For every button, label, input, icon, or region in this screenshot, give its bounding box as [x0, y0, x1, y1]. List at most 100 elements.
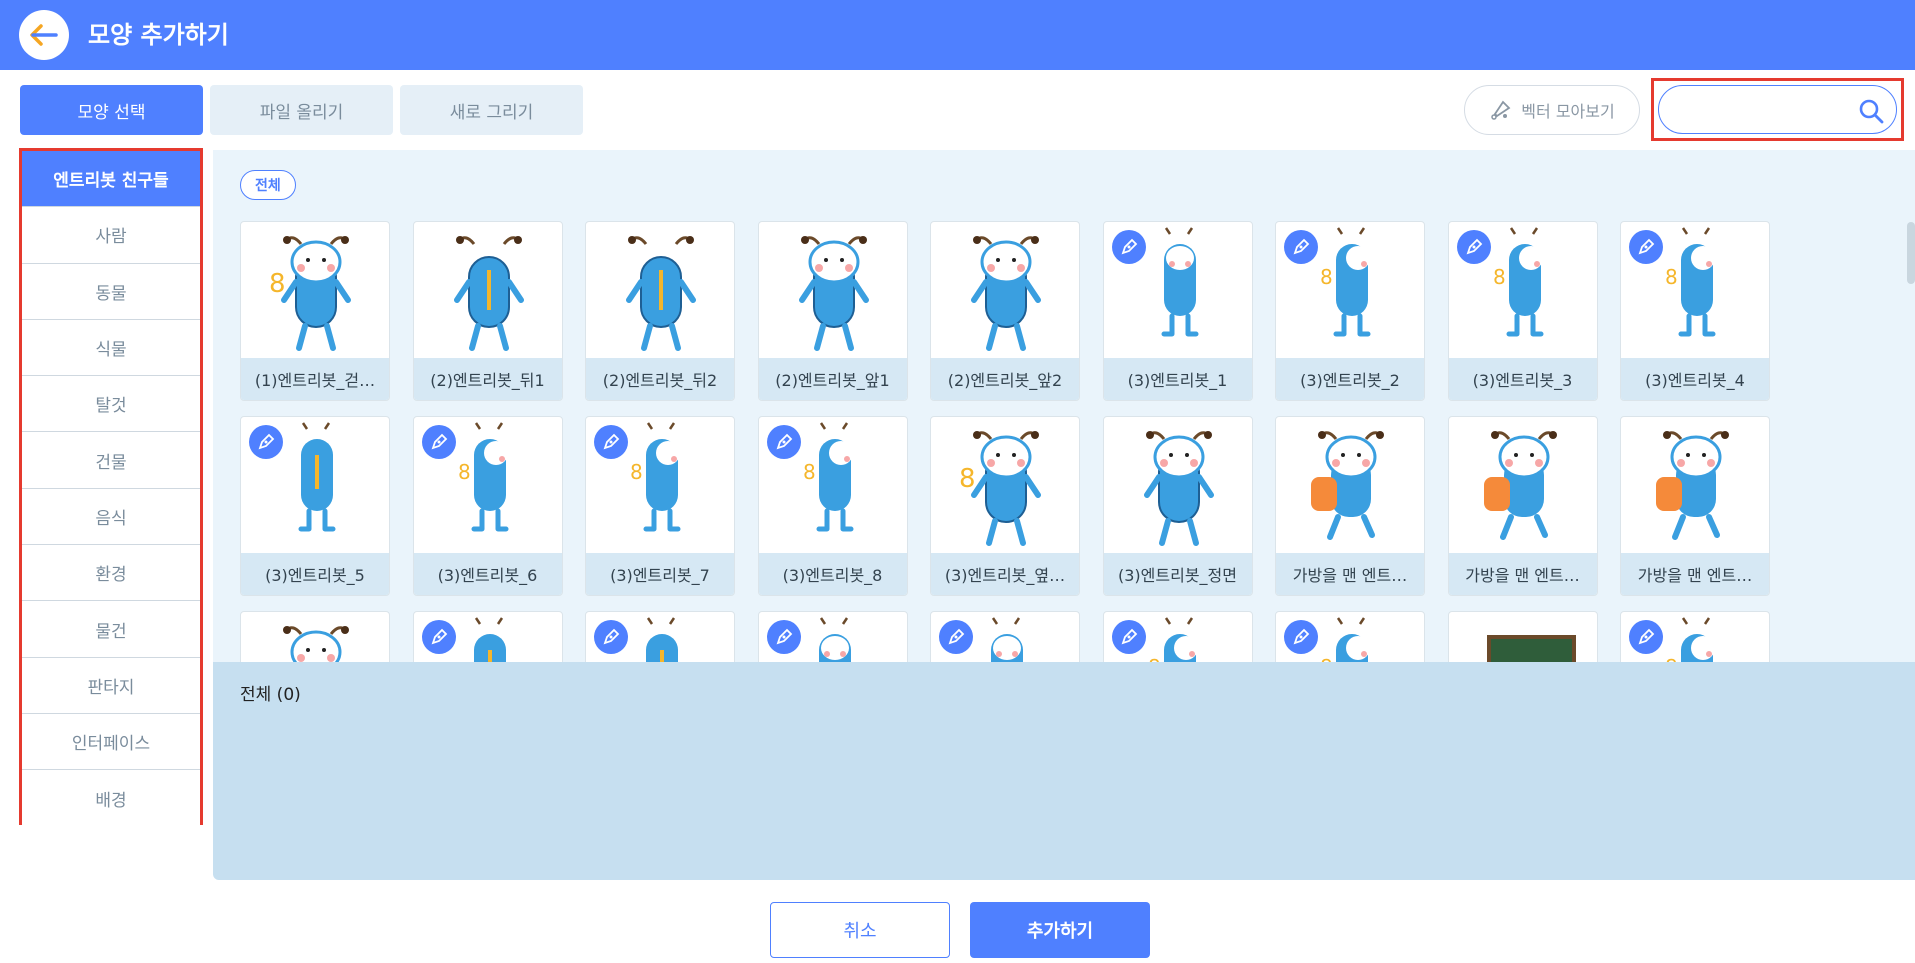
search-input[interactable] [1658, 85, 1897, 134]
vector-pen-icon [1284, 230, 1318, 264]
sidebar-item-animals[interactable]: 동물 [22, 263, 200, 320]
entrybot-thumbnail: 8 [269, 626, 349, 662]
sidebar-item-food[interactable]: 음식 [22, 488, 200, 546]
svg-text:8: 8 [1665, 265, 1678, 289]
shape-card-label: (1)엔트리봇_걷… [241, 358, 389, 400]
entrybot-thumbnail [626, 236, 696, 351]
vector-pen-icon [1456, 230, 1491, 264]
vector-pen-icon [421, 620, 456, 654]
tab-new-drawing[interactable]: 새로 그리기 [400, 85, 583, 135]
shape-card[interactable]: 8 (3)엔트리봇_옆… [930, 416, 1080, 596]
sidebar-item-buildings[interactable]: 건물 [22, 432, 200, 489]
vector-pen-icon [1629, 620, 1663, 654]
shape-card[interactable]: 8 (3)엔트리봇_3 [1447, 221, 1598, 401]
svg-text:8: 8 [1320, 265, 1333, 289]
arrow-left-icon [30, 24, 58, 46]
shape-card-label: (3)엔트리봇_1 [1103, 358, 1252, 400]
back-button[interactable] [19, 10, 69, 60]
shape-card[interactable]: (2)엔트리봇_뒤2 [585, 221, 735, 401]
shape-card-label: 가방을 맨 엔트… [1448, 553, 1597, 595]
shape-card[interactable]: 8 (1)엔트리봇_걷… [240, 221, 390, 401]
shape-card[interactable] [757, 611, 908, 662]
vector-pen-icon [766, 620, 801, 654]
svg-text:8: 8 [1148, 655, 1161, 662]
entrybot-thumbnail [1311, 431, 1384, 540]
sidebar-item-environment[interactable]: 환경 [22, 545, 200, 602]
sidebar-item-people[interactable]: 사람 [22, 207, 200, 264]
shape-card-label: (3)엔트리봇_2 [1276, 358, 1424, 400]
shape-card-label: (3)엔트리봇_정면 [1103, 553, 1252, 595]
entrybot-thumbnail [798, 236, 869, 351]
shape-card[interactable] [412, 611, 563, 662]
shape-card[interactable]: 가방을 맨 엔트… [1447, 416, 1598, 596]
svg-text:8: 8 [959, 464, 976, 494]
shape-card[interactable] [930, 611, 1080, 662]
entrybot-thumbnail: 8 [269, 236, 351, 351]
shape-card[interactable]: (3)엔트리봇_1 [1102, 221, 1253, 401]
shape-card[interactable]: 가방을 맨 엔트… [1275, 416, 1425, 596]
vector-pen-icon [1111, 620, 1146, 654]
svg-text:8: 8 [458, 460, 471, 484]
vector-pen-icon [1629, 230, 1663, 264]
entrybot-thumbnail [1656, 431, 1729, 540]
add-button[interactable]: 추가하기 [970, 902, 1150, 958]
entrybot-thumbnail [1486, 635, 1576, 662]
vector-pen-icon [594, 425, 628, 459]
shape-card[interactable]: 8 (3)엔트리봇_4 [1620, 221, 1770, 401]
shape-card[interactable] [585, 611, 735, 662]
entrybot-thumbnail [1143, 431, 1214, 546]
shape-grid-panel: 전체 8 (1)엔트리봇_걷… (2)엔트리봇_뒤1 (2)엔트리봇_뒤2 (2)엔트리… [213, 150, 1915, 662]
shape-card[interactable]: 8 [1275, 611, 1425, 662]
sidebar-item-plants[interactable]: 식물 [22, 319, 200, 377]
shape-card[interactable]: 8 (3)엔트리봇_7 [585, 416, 735, 596]
shape-card[interactable]: (2)엔트리봇_앞1 [757, 221, 908, 401]
pen-tool-icon [1491, 100, 1511, 120]
vector-collection-button[interactable]: 벡터 모아보기 [1464, 85, 1640, 135]
shape-card-label: (3)엔트리봇_옆… [931, 553, 1079, 595]
shape-card[interactable]: 8 (3)엔트리봇_8 [757, 416, 908, 596]
sidebar-item-entrybot-friends[interactable]: 엔트리봇 친구들 [22, 151, 200, 208]
shape-card[interactable]: 8 [1620, 611, 1770, 662]
tab-upload-file[interactable]: 파일 올리기 [210, 85, 393, 135]
entrybot-thumbnail [971, 236, 1041, 351]
shape-card[interactable]: 8 (3)엔트리봇_6 [412, 416, 563, 596]
vector-pen-icon [766, 425, 801, 459]
vector-pen-icon [939, 620, 973, 654]
scrollbar[interactable] [1907, 222, 1915, 284]
search-highlight [1651, 78, 1904, 141]
vector-pen-icon [421, 425, 456, 459]
shape-card[interactable]: (2)엔트리봇_앞2 [930, 221, 1080, 401]
shape-card[interactable]: (3)엔트리봇_5 [240, 416, 390, 596]
shape-card-label: (2)엔트리봇_뒤1 [413, 358, 562, 400]
svg-text:8: 8 [630, 460, 643, 484]
shape-card[interactable] [1447, 611, 1598, 662]
shape-card-label: (2)엔트리봇_뒤2 [586, 358, 734, 400]
page-title: 모양 추가하기 [88, 21, 229, 49]
filter-chip-all[interactable]: 전체 [240, 170, 296, 200]
vector-pen-icon [594, 620, 628, 654]
vector-pen-icon [1284, 620, 1318, 654]
svg-text:8: 8 [1320, 655, 1333, 662]
shape-card-label: (3)엔트리봇_3 [1448, 358, 1597, 400]
sidebar-item-fantasy[interactable]: 판타지 [22, 657, 200, 714]
shape-card-label: (3)엔트리봇_8 [758, 553, 907, 595]
sidebar-item-objects[interactable]: 물건 [22, 601, 200, 658]
sidebar-item-interface[interactable]: 인터페이스 [22, 713, 200, 771]
shape-card-label: (3)엔트리봇_7 [586, 553, 734, 595]
entrybot-thumbnail [1483, 431, 1557, 540]
shape-card[interactable]: (2)엔트리봇_뒤1 [412, 221, 563, 401]
cancel-button[interactable]: 취소 [770, 902, 950, 958]
sidebar-item-background[interactable]: 배경 [22, 770, 200, 827]
sidebar-item-vehicles[interactable]: 탈것 [22, 376, 200, 433]
header-bar: 모양 추가하기 [0, 0, 1915, 70]
search-icon[interactable] [1858, 98, 1884, 124]
tab-select-shape[interactable]: 모양 선택 [20, 85, 203, 135]
shape-card[interactable]: 8 (3)엔트리봇_2 [1275, 221, 1425, 401]
shape-card[interactable]: 가방을 맨 엔트… [1620, 416, 1770, 596]
shape-card[interactable]: 8 [1102, 611, 1253, 662]
vector-collection-label: 벡터 모아보기 [1521, 102, 1615, 121]
shape-card[interactable]: (3)엔트리봇_정면 [1102, 416, 1253, 596]
shape-card[interactable]: 8 [240, 611, 390, 662]
category-sidebar: 엔트리봇 친구들 사람 동물 식물 탈것 건물 음식 환경 물건 판타지 인터페… [19, 148, 203, 827]
shape-card-label: 가방을 맨 엔트… [1621, 553, 1769, 595]
